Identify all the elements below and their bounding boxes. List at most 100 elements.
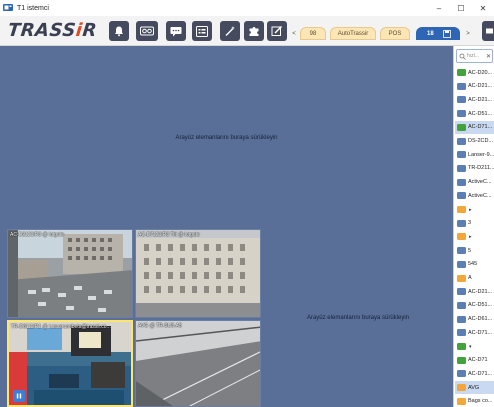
device-list-item[interactable]: ▸ xyxy=(455,203,494,216)
camera-icon xyxy=(457,397,466,405)
device-list-item-label: 545 xyxy=(468,261,478,268)
device-list-item[interactable]: AC-D71... xyxy=(455,326,494,339)
device-list-item-label: 3 xyxy=(468,220,472,227)
drop-zone-hint: Arayüz elemanlarını buraya sürükleyin xyxy=(175,134,278,141)
camera-icon xyxy=(457,164,466,172)
camera-icon xyxy=(457,69,466,76)
device-list-item-label: AC-D21... xyxy=(468,288,493,295)
search-icon xyxy=(459,53,466,60)
device-list-item[interactable]: Lanser-9... xyxy=(455,148,494,161)
camera-feed-image xyxy=(9,322,131,405)
archive-button[interactable] xyxy=(136,21,158,41)
camera-tile-selected[interactable]: TR-D8111IR1 @ t.ssvsruonbeta@trassir.co.… xyxy=(7,320,133,407)
camera-label: AC-D7121IR3 Tilt @ lutgate xyxy=(138,232,200,238)
wizard-button[interactable] xyxy=(220,21,240,41)
camera-tile[interactable]: AVG @ TR-SU3-A5 xyxy=(135,320,261,407)
panel-toggle-button[interactable] xyxy=(482,21,494,41)
device-list-item-label: A xyxy=(468,275,472,281)
camera-icon xyxy=(457,370,466,378)
expand-arrow-icon[interactable]: ▸ xyxy=(469,207,472,213)
edit-layout-button[interactable] xyxy=(267,21,287,41)
tab-98[interactable]: 98 xyxy=(300,27,326,40)
device-list-item[interactable]: ActiveC... xyxy=(455,176,494,189)
device-list-item[interactable]: AC-D21... xyxy=(455,285,494,298)
chat-icon xyxy=(170,26,182,36)
bell-icon xyxy=(115,26,123,37)
device-list-item[interactable]: Bags co... xyxy=(455,395,494,407)
device-list-item-label: ActiveC... xyxy=(468,179,492,186)
device-list-item[interactable]: AC-D61... xyxy=(455,313,494,326)
title-bar: T1 istemci – ☐ ✕ xyxy=(0,0,494,16)
drop-zone-hint: Arayüz elemanlarını buraya sürükleyin xyxy=(306,315,410,321)
camera-icon xyxy=(457,329,466,337)
expand-arrow-icon[interactable]: ▾ xyxy=(469,344,472,350)
device-list-item[interactable]: AC-D51... xyxy=(455,299,494,312)
device-list-item-label: AC-D71... xyxy=(468,370,493,377)
camera-icon xyxy=(457,192,466,200)
messages-button[interactable] xyxy=(166,21,186,41)
camera-label: AVG @ TR-SU3-A5 xyxy=(138,323,182,329)
device-list-item[interactable]: A xyxy=(455,272,494,285)
tab-pos[interactable]: POS xyxy=(380,27,410,40)
camera-icon xyxy=(457,301,466,309)
camera-label: TR-D8111IR1 @ t.ssvsruonbeta@trassir.co.… xyxy=(11,324,111,330)
device-list-item[interactable]: ▸ xyxy=(455,230,494,243)
puzzle-icon xyxy=(249,27,259,36)
camera-tile[interactable]: AC-D2121IR3 @ lutgate xyxy=(7,229,133,318)
device-list-item[interactable]: 545 xyxy=(455,258,494,271)
device-sidebar: hızl... ✕ AC-D20... AC-D21... AC-D21... AC-… xyxy=(453,46,494,407)
camera-icon xyxy=(457,96,466,104)
tab-scroll-right[interactable]: > xyxy=(464,27,472,40)
device-list-item[interactable]: AC-D21... xyxy=(455,80,494,93)
camera-icon xyxy=(457,274,466,282)
device-list-item[interactable]: ActiveC... xyxy=(455,189,494,202)
device-list-item[interactable]: AC-D20... xyxy=(455,66,494,79)
device-list-item[interactable]: AC-D71... xyxy=(455,367,494,380)
pause-button[interactable] xyxy=(13,390,25,402)
trassir-logo: TRASSiR xyxy=(6,20,99,41)
device-list-item[interactable]: 3 xyxy=(455,217,494,230)
device-list-item[interactable]: AVG xyxy=(455,381,494,395)
device-list-item-label: AC-D71... xyxy=(468,124,493,131)
device-list-item-label: DS-2CD... xyxy=(468,138,494,144)
close-button[interactable]: ✕ xyxy=(472,0,494,16)
camera-icon xyxy=(457,219,466,227)
expand-arrow-icon[interactable]: ▸ xyxy=(469,234,472,240)
device-list-item[interactable]: TR-D211... xyxy=(455,162,494,175)
device-list-item-label: Bags co... xyxy=(468,398,493,405)
layout-list-button[interactable] xyxy=(192,21,212,41)
window-title: T1 istemci xyxy=(17,4,49,12)
camera-icon xyxy=(457,110,466,118)
device-list-item[interactable]: AC-D51... xyxy=(455,107,494,120)
drop-zone-top[interactable]: Arayüz elemanlarını buraya sürükleyin xyxy=(0,46,453,229)
camera-icon xyxy=(457,315,466,323)
maximize-button[interactable]: ☐ xyxy=(450,0,472,16)
plugins-button[interactable] xyxy=(244,21,264,41)
device-list-item[interactable]: AC-D21... xyxy=(455,93,494,106)
clear-search-button[interactable]: ✕ xyxy=(486,53,492,60)
device-list-item-label: AC-D21... xyxy=(468,96,493,103)
device-list-item-label: Lanser-9... xyxy=(468,151,494,158)
camera-icon xyxy=(457,233,466,241)
search-field[interactable]: hızl... ✕ xyxy=(456,49,493,63)
notifications-button[interactable] xyxy=(109,21,129,41)
tab-autotrassir[interactable]: AutoTrassir xyxy=(330,27,376,40)
device-list-item[interactable]: AC-D71... xyxy=(455,120,494,134)
tab-label: 18 xyxy=(427,30,434,37)
camera-tile[interactable]: AC-D7121IR3 Tilt @ lutgate xyxy=(135,229,261,318)
drop-zone-bottom[interactable]: Arayüz elemanlarını buraya sürükleyin xyxy=(263,229,453,407)
device-list-item-label: AC-D20... xyxy=(468,69,493,76)
tab-scroll-left[interactable]: < xyxy=(290,27,298,40)
device-list-item[interactable]: DS-2CD... xyxy=(455,135,494,148)
main-toolbar: TRASSiR < 98 AutoTrassir POS 18 > xyxy=(0,16,494,46)
device-list-item-label: AC-D51... xyxy=(468,302,493,309)
tab-18[interactable]: 18 xyxy=(416,27,460,40)
device-list-item-label: ActiveC... xyxy=(468,192,492,199)
device-list-item[interactable]: ▾ xyxy=(455,340,494,353)
device-list-item-label: AC-D61... xyxy=(468,316,493,323)
minimize-button[interactable]: – xyxy=(428,0,450,16)
device-list-item[interactable]: AC-D71 xyxy=(455,354,494,367)
save-icon[interactable] xyxy=(442,29,451,38)
device-list-item[interactable]: 5 xyxy=(455,244,494,257)
camera-icon xyxy=(457,343,466,350)
